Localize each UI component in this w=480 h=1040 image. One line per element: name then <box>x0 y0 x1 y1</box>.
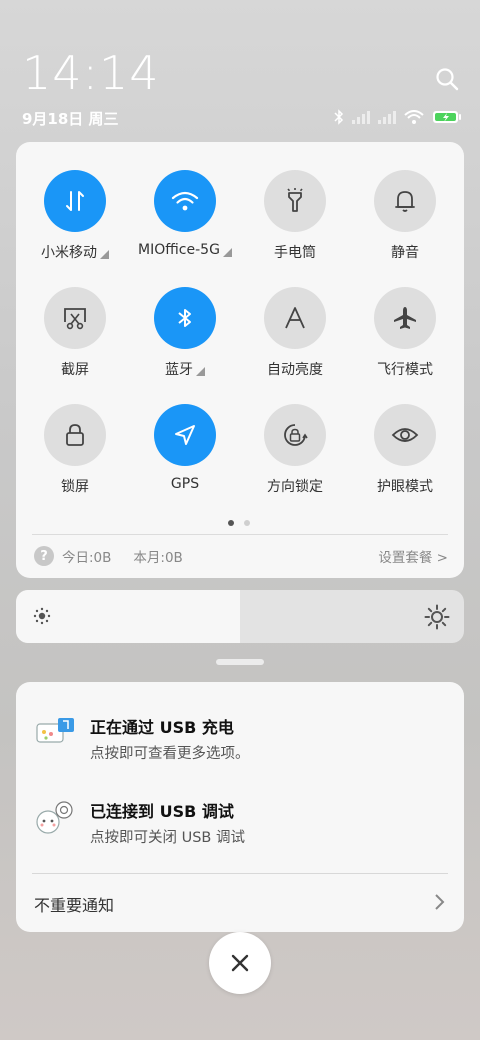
clear-all-button[interactable] <box>209 932 271 994</box>
notification-text: 点按即可查看更多选项。 <box>90 746 250 762</box>
tile-label: 手电筒 <box>274 242 316 262</box>
rotation-lock-icon[interactable] <box>264 404 326 466</box>
wifi-icon[interactable] <box>154 170 216 232</box>
brightness-slider[interactable] <box>16 590 464 643</box>
tile-label-text: 手电筒 <box>274 245 316 261</box>
tile-label: 锁屏 <box>61 476 89 496</box>
page-dot[interactable] <box>228 520 234 526</box>
tile-label-text: 静音 <box>391 245 419 261</box>
tile-label: GPS <box>171 476 199 492</box>
usage-today: 今日:0B <box>62 550 112 566</box>
drag-handle[interactable] <box>216 659 264 665</box>
tile-label: 方向锁定 <box>267 476 323 496</box>
flashlight-icon[interactable] <box>264 170 326 232</box>
notification-title: 正在通过 USB 充电 <box>90 718 234 737</box>
tile-label: 飞行模式 <box>377 359 433 379</box>
quick-settings-grid: 小米移动 MIOffice-5G 手电筒 静音截屏 蓝牙 自动亮度 飞行模式锁屏 GPS 方向锁… <box>16 170 464 501</box>
signal-icon <box>352 111 370 124</box>
tile-label: 自动亮度 <box>267 359 323 379</box>
tile-mobile-data[interactable]: 小米移动 <box>20 170 130 267</box>
tile-screenshot[interactable]: 截屏 <box>20 287 130 384</box>
chevron-right-icon <box>434 893 446 915</box>
bluetooth-icon[interactable] <box>154 287 216 349</box>
tile-label-text: GPS <box>170 476 200 492</box>
tile-label: 截屏 <box>61 359 89 379</box>
divider <box>32 534 448 535</box>
battery-charging-icon <box>433 111 461 123</box>
usage-month: 本月:0B <box>133 550 183 566</box>
tile-gps[interactable]: GPS <box>130 404 240 501</box>
wifi-icon <box>404 110 424 124</box>
tile-wifi[interactable]: MIOffice-5G <box>130 170 240 267</box>
page-dot[interactable] <box>244 520 250 526</box>
tile-auto-brightness[interactable]: 自动亮度 <box>240 287 350 384</box>
unimportant-label: 不重要通知 <box>34 896 115 915</box>
usb-charging-icon <box>34 712 78 756</box>
notification-usb-debugging[interactable]: 已连接到 USB 调试 点按即可关闭 USB 调试 <box>16 784 464 854</box>
close-icon <box>231 954 249 972</box>
auto-brightness-icon[interactable] <box>264 287 326 349</box>
tile-label: 护眼模式 <box>377 476 433 496</box>
tile-label-text: 飞行模式 <box>377 362 433 378</box>
tile-label-text: MIOffice-5G <box>138 242 220 258</box>
notification-title: 已连接到 USB 调试 <box>90 802 234 821</box>
tile-label: 蓝牙 <box>165 359 205 379</box>
notification-usb-charging[interactable]: 正在通过 USB 充电 点按即可查看更多选项。 <box>16 700 464 770</box>
tile-label-text: 方向锁定 <box>267 479 323 495</box>
tile-bell[interactable]: 静音 <box>350 170 460 267</box>
screenshot-icon[interactable] <box>44 287 106 349</box>
notification-text: 点按即可关闭 USB 调试 <box>90 830 245 846</box>
tile-flashlight[interactable]: 手电筒 <box>240 170 350 267</box>
status-icons <box>334 108 462 126</box>
tile-label-text: 护眼模式 <box>377 479 433 495</box>
status-date: 9月18日 周三 <box>22 110 119 128</box>
tile-airplane[interactable]: 飞行模式 <box>350 287 460 384</box>
tile-rotation-lock[interactable]: 方向锁定 <box>240 404 350 501</box>
clock-time: 14:14 <box>22 46 160 100</box>
signal-icon <box>378 111 396 124</box>
eye-icon[interactable] <box>374 404 436 466</box>
tile-lock[interactable]: 锁屏 <box>20 404 130 501</box>
dropdown-indicator-icon[interactable] <box>100 249 109 259</box>
page-indicator <box>228 520 250 526</box>
bell-icon[interactable] <box>374 170 436 232</box>
notification-panel: 正在通过 USB 充电 点按即可查看更多选项。 已连接到 USB 调试 点按即可… <box>16 682 464 932</box>
bluetooth-icon <box>334 109 344 125</box>
tile-label-text: 截屏 <box>61 362 89 378</box>
tile-bluetooth[interactable]: 蓝牙 <box>130 287 240 384</box>
tile-label-text: 锁屏 <box>61 479 89 495</box>
airplane-icon[interactable] <box>374 287 436 349</box>
set-plan-link[interactable]: 设置套餐 > <box>378 546 448 566</box>
tile-label: MIOffice-5G <box>138 242 232 258</box>
help-icon[interactable]: ? <box>34 546 54 566</box>
usb-debug-icon <box>34 796 78 840</box>
divider <box>32 873 448 874</box>
data-usage-row: ? 今日:0B 本月:0B 设置套餐 > <box>34 546 448 566</box>
gps-icon[interactable] <box>154 404 216 466</box>
dropdown-indicator-icon[interactable] <box>222 247 232 257</box>
search-icon[interactable] <box>434 66 460 92</box>
tile-label-text: 蓝牙 <box>165 362 193 378</box>
tile-eye[interactable]: 护眼模式 <box>350 404 460 501</box>
tile-label: 小米移动 <box>41 242 109 262</box>
tile-label: 静音 <box>391 242 419 262</box>
unimportant-notifications-row[interactable]: 不重要通知 <box>34 884 446 924</box>
dropdown-indicator-icon[interactable] <box>196 366 205 376</box>
tile-label-text: 自动亮度 <box>267 362 323 378</box>
brightness-low-icon <box>32 606 52 630</box>
lock-icon[interactable] <box>44 404 106 466</box>
brightness-high-icon <box>424 604 450 634</box>
tile-label-text: 小米移动 <box>41 245 97 261</box>
mobile-data-icon[interactable] <box>44 170 106 232</box>
quick-settings-panel: 小米移动 MIOffice-5G 手电筒 静音截屏 蓝牙 自动亮度 飞行模式锁屏 GPS 方向锁… <box>16 142 464 578</box>
